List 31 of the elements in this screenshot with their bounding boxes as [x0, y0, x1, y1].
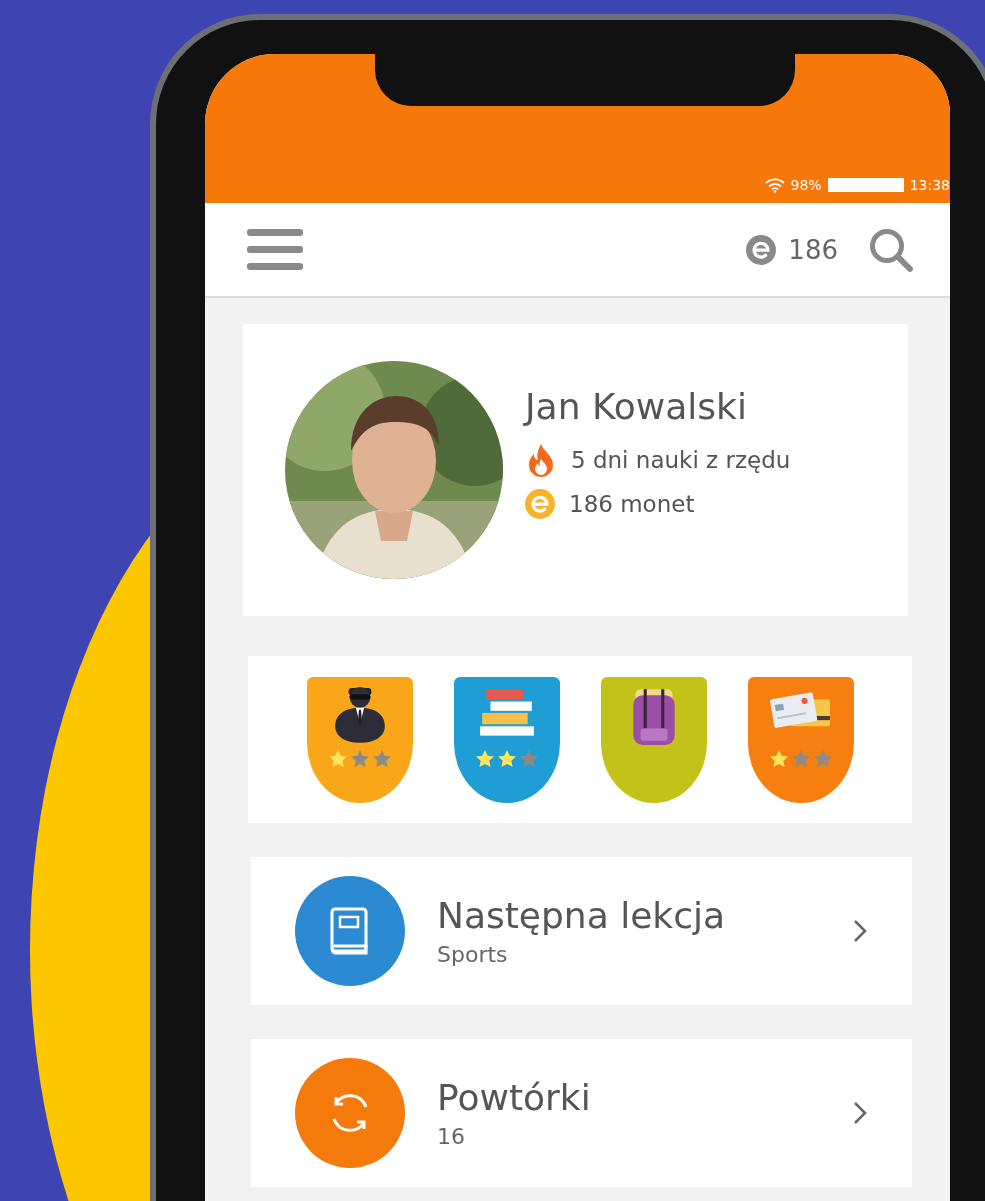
item-subtitle: 16 [437, 1124, 466, 1149]
empty-star-icon [518, 748, 539, 769]
star-icon [327, 748, 348, 769]
chevron-icon [852, 918, 868, 944]
clock: 13:38 [909, 177, 950, 193]
stat-text: 186 monet [569, 490, 695, 517]
menu-button[interactable] [247, 228, 303, 271]
coin-icon [525, 488, 555, 519]
chevron-icon [852, 1100, 868, 1126]
coin-icon [746, 234, 777, 265]
review-item[interactable]: Powtórki 16 [251, 1039, 912, 1187]
star-icon [496, 748, 517, 769]
battery-icon [827, 178, 904, 192]
wifi-icon [764, 177, 785, 193]
empty-star-icon [790, 748, 811, 769]
coin-count: 186 [788, 234, 838, 265]
empty-star-icon [371, 748, 392, 769]
item-subtitle: Sports [437, 942, 509, 967]
item-title: Następna lekcja [437, 895, 727, 936]
user-name: Jan Kowalski [525, 385, 748, 427]
search-icon [868, 226, 914, 273]
star-icon [768, 748, 789, 769]
star-icon [474, 748, 495, 769]
stat-text: 5 dni nauki z rzędu [571, 446, 791, 473]
menu-icon [247, 228, 303, 271]
empty-star-icon [349, 748, 370, 769]
item-title: Powtórki [437, 1077, 592, 1118]
battery-percent: 98% [790, 177, 822, 193]
empty-star-icon [812, 748, 833, 769]
next-lesson-item[interactable]: Następna lekcja Sports [251, 857, 912, 1005]
search-button[interactable] [868, 226, 914, 273]
